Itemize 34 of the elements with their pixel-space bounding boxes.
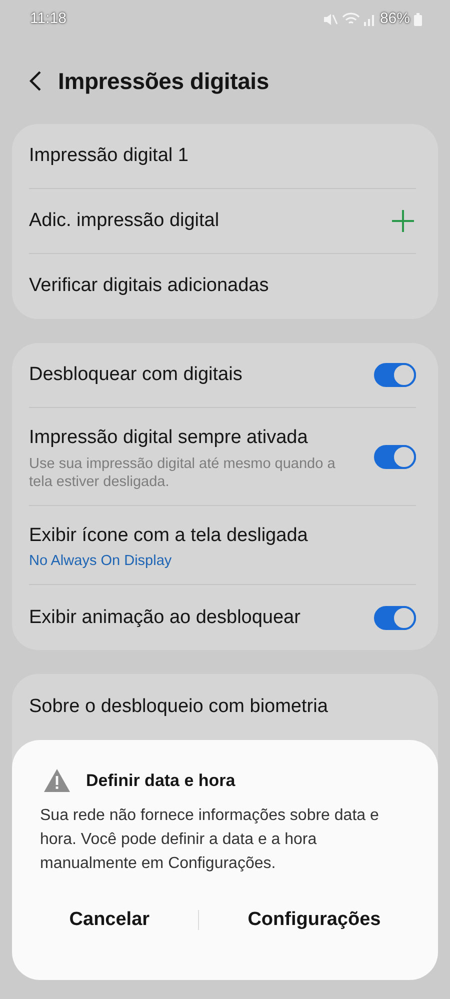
toggle-switch[interactable] [374, 445, 416, 470]
settings-button[interactable]: Configurações [238, 900, 391, 940]
toggle-switch[interactable] [374, 363, 416, 387]
row-label: Exibir animação ao desbloquear [29, 606, 300, 630]
settings-row[interactable]: Sobre o desbloqueio com biometria [29, 674, 416, 740]
settings-row[interactable]: Verificar digitais adicionadas [29, 254, 416, 319]
page-title: Impressões digitais [58, 66, 269, 96]
row-label: Desbloquear com digitais [29, 362, 242, 387]
settings-row[interactable]: Exibir ícone com a tela desligada No Always On Display [29, 506, 416, 586]
dialog-title: Definir data e hora [86, 770, 236, 792]
settings-row[interactable]: Adic. impressão digital [29, 189, 416, 254]
row-label: Verificar digitais adicionadas [29, 274, 269, 298]
row-label: Impressão digital sempre ativada [29, 426, 309, 450]
signal-icon [364, 12, 376, 26]
settings-row[interactable]: Exibir animação ao desbloquear [29, 585, 416, 650]
row-label: Adic. impressão digital [29, 208, 220, 233]
row-subtitle: No Always On Display [29, 552, 173, 570]
row-label: Exibir ícone com a tela desligada [29, 524, 308, 548]
toggle-switch[interactable] [374, 606, 416, 630]
add-icon[interactable] [392, 210, 414, 232]
warning-icon [44, 769, 70, 792]
row-label: Sobre o desbloqueio com biometria [29, 694, 328, 719]
status-time: 11:18 [30, 8, 66, 29]
row-label: Impressão digital 1 [29, 144, 188, 168]
wifi-icon [342, 12, 360, 26]
settings-row[interactable]: Impressão digital 1 [29, 124, 416, 189]
row-subtitle: Use sua impressão digital até mesmo quando a tela estiver desligada. [29, 454, 336, 491]
back-icon[interactable] [28, 70, 42, 92]
battery-icon [414, 12, 422, 26]
settings-row[interactable]: Impressão digital sempre ativada Use sua impressão digital até mesmo quando a tela estiver desligada. [29, 408, 416, 506]
mute-icon [322, 12, 338, 26]
dialog-message: Sua rede não fornece informações sobre data e hora. Você pode definir a data e a hora manualmente em Configurações. [40, 806, 380, 874]
cancel-button[interactable]: Cancelar [59, 900, 160, 940]
settings-row[interactable]: Desbloquear com digitais [29, 343, 416, 408]
